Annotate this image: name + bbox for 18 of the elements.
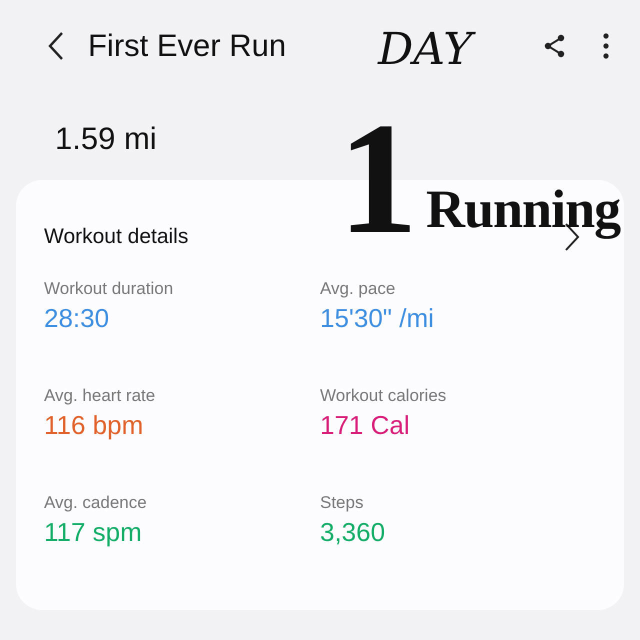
metric-label: Avg. cadence (44, 493, 147, 514)
metric-label: Workout calories (320, 386, 446, 406)
metric-value: 171 Cal (320, 409, 410, 442)
metric-value: 116 bpm (44, 409, 144, 442)
metric-label: Workout duration (44, 279, 174, 300)
metric-value: 3,360 (320, 516, 386, 549)
metric-label: Steps (320, 493, 364, 514)
more-options-icon[interactable] (602, 33, 610, 59)
share-icon[interactable] (542, 34, 566, 58)
page-title: First Ever Run (88, 27, 286, 65)
metric-label: Avg. pace (320, 279, 396, 300)
metric-value: 28:30 (44, 302, 110, 335)
metric-value: 15'30" /mi (320, 302, 434, 335)
section-title: Workout details (44, 224, 188, 250)
metric-value: 117 spm (44, 516, 142, 549)
back-icon[interactable] (46, 30, 66, 62)
distance-value: 1.59 mi (55, 121, 157, 156)
metric-label: Avg. heart rate (44, 386, 156, 406)
